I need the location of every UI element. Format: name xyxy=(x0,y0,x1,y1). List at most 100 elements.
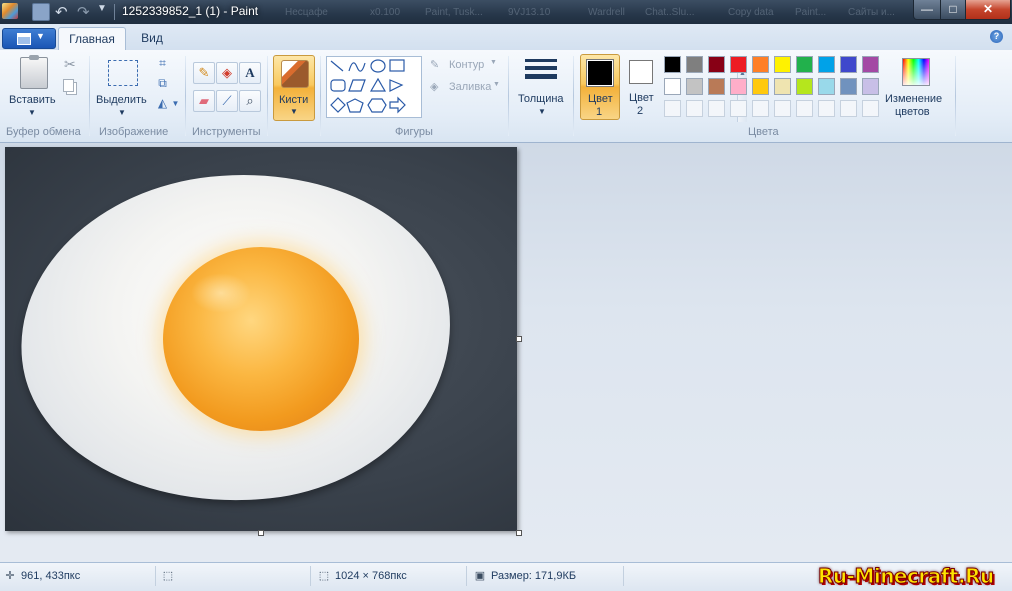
fill-bucket-icon[interactable]: ◈ xyxy=(216,62,238,84)
resize-handle-right[interactable] xyxy=(516,336,522,342)
palette-color-swatch[interactable] xyxy=(730,78,747,95)
copy-icon[interactable] xyxy=(63,79,74,92)
palette-color-swatch[interactable] xyxy=(774,78,791,95)
palette-color-swatch[interactable] xyxy=(818,78,835,95)
custom-color-slot[interactable] xyxy=(862,100,879,117)
minimize-button[interactable]: — xyxy=(913,0,941,20)
custom-color-slot[interactable] xyxy=(752,100,769,117)
color1-button[interactable]: Цвет 1 xyxy=(580,54,620,120)
clipboard-group-label: Буфер обмена xyxy=(6,126,81,138)
status-separator xyxy=(466,566,467,586)
palette-color-swatch[interactable] xyxy=(862,56,879,73)
custom-color-slot[interactable] xyxy=(686,100,703,117)
paint-app-icon[interactable] xyxy=(2,3,18,19)
brushes-button[interactable]: Кисти ▼ xyxy=(273,55,315,121)
close-button[interactable]: ✕ xyxy=(965,0,1011,20)
window-title: 1252339852_1 (1) - Paint xyxy=(122,4,259,18)
palette-color-swatch[interactable] xyxy=(818,56,835,73)
undo-icon[interactable]: ↶ xyxy=(55,3,71,21)
chevron-down-icon: ▼ xyxy=(290,107,298,116)
eraser-icon[interactable]: ▰ xyxy=(193,90,215,112)
background-taskbar-item: Chat..Slu... xyxy=(645,7,695,18)
color-picker-icon[interactable]: ⟋ xyxy=(216,90,238,112)
palette-color-swatch[interactable] xyxy=(664,78,681,95)
brush-icon xyxy=(281,60,309,88)
chevron-down-icon[interactable]: ▼ xyxy=(538,107,546,116)
custom-color-slot[interactable] xyxy=(796,100,813,117)
fill-button[interactable]: Заливка xyxy=(449,81,491,93)
select-icon[interactable] xyxy=(108,60,138,86)
chevron-down-icon[interactable]: ▼ xyxy=(490,59,497,66)
shapes-gallery[interactable]: ▲▼▾ xyxy=(326,56,747,122)
palette-color-swatch[interactable] xyxy=(708,78,725,95)
fill-icon[interactable]: ◈ xyxy=(430,80,438,93)
text-icon[interactable]: A xyxy=(239,62,261,84)
palette-color-swatch[interactable] xyxy=(752,78,769,95)
paint-menu-button[interactable]: ▼ xyxy=(2,28,56,49)
thickness-button[interactable]: Толщина xyxy=(518,93,564,105)
status-bar: ✛ 961, 433пкс ⬚ ⬚ 1024 × 768пкс ▣ Размер… xyxy=(0,562,1012,591)
custom-color-slot[interactable] xyxy=(840,100,857,117)
custom-color-slot[interactable] xyxy=(818,100,835,117)
chevron-down-icon[interactable]: ▼ xyxy=(118,108,126,117)
tab-view[interactable]: Вид xyxy=(132,27,172,50)
color2-swatch xyxy=(629,60,653,84)
palette-color-swatch[interactable] xyxy=(796,56,813,73)
drawing-canvas[interactable] xyxy=(5,147,517,531)
shapes-group-label: Фигуры xyxy=(395,126,433,138)
palette-color-swatch[interactable] xyxy=(796,78,813,95)
palette-color-swatch[interactable] xyxy=(686,78,703,95)
group-separator xyxy=(320,56,321,136)
color-wheel-icon[interactable] xyxy=(902,58,930,86)
color2-label: Цвет xyxy=(629,92,654,104)
crop-icon[interactable]: ⌗ xyxy=(155,56,170,71)
palette-color-swatch[interactable] xyxy=(708,56,725,73)
redo-icon[interactable]: ↷ xyxy=(77,3,93,21)
paste-icon[interactable] xyxy=(20,55,48,89)
custom-color-slot[interactable] xyxy=(708,100,725,117)
palette-color-swatch[interactable] xyxy=(686,56,703,73)
palette-color-swatch[interactable] xyxy=(840,78,857,95)
customize-quick-access-icon[interactable]: ▼ xyxy=(97,3,113,19)
disk-icon: ▣ xyxy=(474,570,486,582)
color2-button[interactable]: Цвет 2 xyxy=(624,54,660,118)
line-thickness-icon[interactable] xyxy=(525,59,557,87)
canvas-workspace[interactable] xyxy=(0,143,1012,562)
chevron-down-icon[interactable]: ▼ xyxy=(168,96,183,111)
background-taskbar-item: Сайты и... xyxy=(848,7,895,18)
title-bar: ↶ ↷ ▼ 1252339852_1 (1) - Paint Несцафе x… xyxy=(0,0,1012,24)
resize-icon[interactable]: ⧉ xyxy=(155,76,170,91)
outline-button[interactable]: Контур xyxy=(449,59,484,71)
cut-icon[interactable]: ✂ xyxy=(64,56,76,73)
chevron-down-icon[interactable]: ▼ xyxy=(28,108,36,117)
palette-color-swatch[interactable] xyxy=(774,56,791,73)
shapes-icons xyxy=(330,59,406,114)
tab-home[interactable]: Главная xyxy=(58,27,126,51)
custom-color-slot[interactable] xyxy=(664,100,681,117)
resize-handle-corner[interactable] xyxy=(516,530,522,536)
magnifier-icon[interactable]: ⌕ xyxy=(239,90,261,112)
outline-icon[interactable]: ✎ xyxy=(430,58,439,71)
palette-color-swatch[interactable] xyxy=(840,56,857,73)
chevron-down-icon: ▼ xyxy=(36,31,45,41)
watermark-logo: Ru-Minecraft.Ru xyxy=(818,564,995,589)
pencil-icon[interactable]: ✎ xyxy=(193,62,215,84)
background-taskbar-item: Несцафе xyxy=(285,7,328,18)
custom-color-slot[interactable] xyxy=(730,100,747,117)
palette-color-swatch[interactable] xyxy=(664,56,681,73)
cursor-position-icon: ✛ xyxy=(5,570,15,582)
custom-color-slot[interactable] xyxy=(774,100,791,117)
help-icon[interactable]: ? xyxy=(990,30,1003,43)
save-icon[interactable] xyxy=(32,3,50,21)
paste-button[interactable]: Вставить xyxy=(9,94,56,106)
edit-colors-button[interactable]: Изменение xyxy=(885,93,942,105)
palette-color-swatch[interactable] xyxy=(730,56,747,73)
select-button[interactable]: Выделить xyxy=(96,94,147,106)
chevron-down-icon[interactable]: ▼ xyxy=(493,81,500,88)
resize-handle-bottom[interactable] xyxy=(258,530,264,536)
palette-color-swatch[interactable] xyxy=(862,78,879,95)
edit-colors-label[interactable]: цветов xyxy=(895,106,930,118)
maximize-button[interactable]: □ xyxy=(940,0,966,20)
palette-color-swatch[interactable] xyxy=(752,56,769,73)
color2-number: 2 xyxy=(637,105,644,117)
